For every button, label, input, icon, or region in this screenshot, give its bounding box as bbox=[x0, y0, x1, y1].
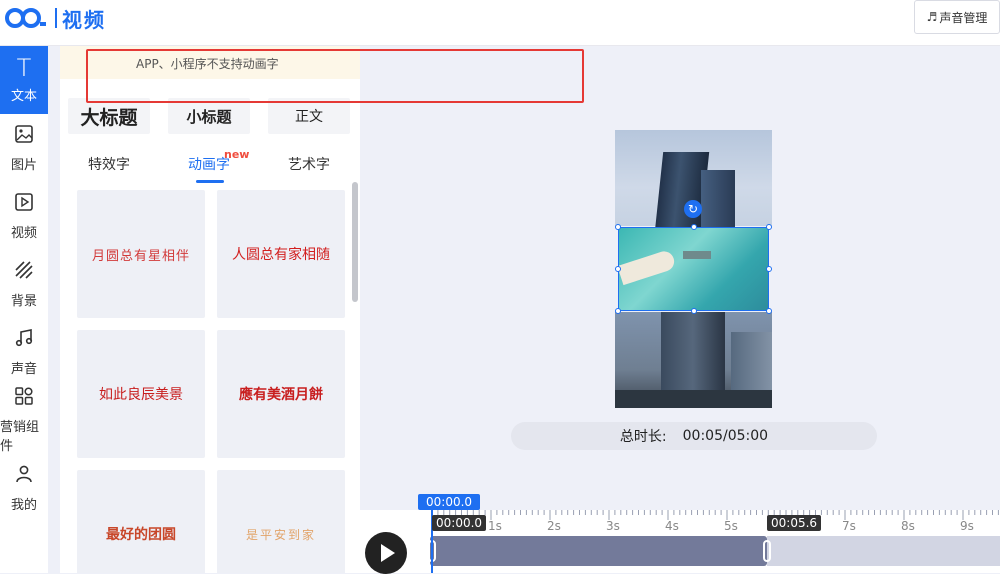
text-panel: APP、小程序不支持动画字 大标题 小标题 正文 特效字 动画字 new 艺术字… bbox=[60, 46, 360, 573]
nav-item-image[interactable]: 图片 bbox=[0, 114, 48, 182]
animated-text-card[interactable]: 人圆总有家相随 bbox=[217, 190, 345, 318]
notice-highlight-box bbox=[86, 49, 584, 103]
nav-item-label: 声音 bbox=[10, 361, 37, 377]
left-nav: T 文本 图片 视频 背景 声音 营销组件 我的 bbox=[0, 46, 48, 573]
animated-text-card[interactable]: 月圆总有星相伴 bbox=[77, 190, 205, 318]
nav-item-label: 视频 bbox=[10, 225, 37, 241]
new-badge: new bbox=[224, 148, 250, 161]
tick-label: 7s bbox=[842, 519, 856, 533]
resize-handle[interactable] bbox=[766, 224, 772, 230]
title-small-button[interactable]: 小标题 bbox=[168, 98, 250, 134]
user-icon bbox=[14, 464, 34, 488]
resize-handle[interactable] bbox=[691, 308, 697, 314]
inline-time-label: 00:00.0 bbox=[432, 515, 487, 531]
resize-handle[interactable] bbox=[615, 308, 621, 314]
animated-text-card[interactable]: 最好的团圆 bbox=[77, 470, 205, 573]
body-text-button[interactable]: 正文 bbox=[268, 98, 350, 134]
logo-mark-icon bbox=[5, 8, 46, 28]
nav-item-sound[interactable]: 声音 bbox=[0, 318, 48, 386]
nav-item-marketing[interactable]: 营销组件 bbox=[0, 386, 48, 454]
building-image-bottom bbox=[615, 312, 772, 408]
panel-scrollbar[interactable] bbox=[352, 182, 358, 302]
video-track-clip[interactable] bbox=[430, 536, 767, 566]
nav-item-label: 我的 bbox=[10, 497, 37, 513]
music-note-icon: ♬ bbox=[926, 10, 938, 24]
tick-label: 1s bbox=[488, 519, 502, 533]
nav-item-label: 营销组件 bbox=[0, 420, 40, 454]
top-bar: 视频 ♬ 声音管理 bbox=[0, 0, 1000, 46]
nav-item-label: 背景 bbox=[10, 293, 37, 309]
tick-label: 8s bbox=[901, 519, 915, 533]
tick-label: 4s bbox=[665, 519, 679, 533]
tick-label: 9s bbox=[960, 519, 974, 533]
animated-text-card[interactable]: 如此良辰美景 bbox=[77, 330, 205, 458]
nav-item-label: 图片 bbox=[10, 157, 37, 173]
timeline-empty-track bbox=[767, 536, 1000, 566]
app-logo[interactable]: 视频 bbox=[4, 5, 106, 32]
title-large-button[interactable]: 大标题 bbox=[68, 98, 150, 134]
total-duration: 总时长: 00:05/05:00 bbox=[511, 422, 877, 450]
resize-handle[interactable] bbox=[615, 266, 621, 272]
tab-effect-text[interactable]: 特效字 bbox=[88, 154, 130, 174]
nav-item-label: 文本 bbox=[10, 88, 37, 104]
play-button[interactable] bbox=[365, 532, 407, 574]
heading-presets: 大标题 小标题 正文 bbox=[68, 98, 350, 134]
sound-management-label: 声音管理 bbox=[939, 10, 988, 25]
nav-item-background[interactable]: 背景 bbox=[0, 250, 48, 318]
tick-label: 3s bbox=[606, 519, 620, 533]
animated-text-card[interactable]: 是平安到家 bbox=[217, 470, 345, 573]
widgets-icon bbox=[14, 386, 34, 410]
music-icon bbox=[14, 328, 34, 352]
sound-management-button[interactable]: ♬ 声音管理 bbox=[914, 0, 1000, 34]
playhead-time-badge: 00:00.0 bbox=[418, 494, 481, 510]
rotate-icon[interactable]: ↻ bbox=[684, 200, 702, 218]
tick-label: 5s bbox=[724, 519, 738, 533]
resize-handle[interactable] bbox=[766, 266, 772, 272]
video-icon bbox=[14, 192, 34, 216]
logo-divider bbox=[55, 8, 57, 28]
text-type-tabs: 特效字 动画字 new 艺术字 bbox=[60, 148, 360, 184]
image-icon bbox=[14, 124, 34, 148]
tab-art-text[interactable]: 艺术字 bbox=[288, 154, 330, 174]
resize-handle[interactable] bbox=[766, 308, 772, 314]
tick-label: 2s bbox=[547, 519, 561, 533]
time-ruler[interactable]: 1s 2s 3s 4s 5s 7s 8s 9s bbox=[430, 510, 1000, 536]
background-icon bbox=[14, 260, 34, 284]
clip-end-time-label: 00:05.6 bbox=[767, 515, 822, 531]
selection-box[interactable] bbox=[618, 227, 769, 311]
logo-text: 视频 bbox=[62, 7, 106, 32]
active-tab-indicator bbox=[196, 180, 224, 183]
text-icon: T bbox=[16, 53, 32, 82]
animated-text-card[interactable]: 應有美酒月餅 bbox=[217, 330, 345, 458]
duration-label: 总时长: bbox=[619, 429, 667, 445]
nav-item-text[interactable]: T 文本 bbox=[0, 46, 48, 114]
nav-item-mine[interactable]: 我的 bbox=[0, 454, 48, 522]
nav-item-video[interactable]: 视频 bbox=[0, 182, 48, 250]
duration-value: 00:05/05:00 bbox=[682, 428, 769, 444]
clip-end-handle[interactable] bbox=[763, 540, 771, 562]
resize-handle[interactable] bbox=[615, 224, 621, 230]
resize-handle[interactable] bbox=[691, 224, 697, 230]
